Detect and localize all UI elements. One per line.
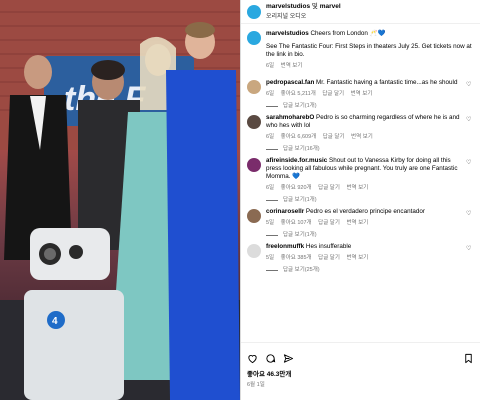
comment-item: pedropascal.fan Mr. Fantastic having a f… [247,79,474,110]
view-replies-link[interactable]: 답글 보기(16개) [266,145,463,153]
view-replies-link[interactable]: 답글 보기(1개) [266,102,463,110]
comment-item: freelonmuffk Hes insufferable 5일 좋아요 385… [247,243,474,274]
reply-link[interactable]: 답글 달기 [318,220,340,226]
comment-item: afireinside.for.music Shout out to Vanes… [247,157,474,204]
reply-link[interactable]: 답글 달기 [318,185,340,191]
view-replies-label: 답글 보기(1개) [283,103,317,109]
collab-joiner: 및 [311,3,318,10]
account-name-link[interactable]: marvelstudios [266,3,310,10]
comment-like-icon[interactable]: ♡ [466,81,474,110]
comment-age: 6일 [266,134,275,140]
caption-username[interactable]: marvelstudios [266,30,309,37]
press-event-photo: the F 4 [0,0,240,400]
comment-age: 5일 [266,220,275,226]
post-date: 6월 1일 [247,382,265,388]
share-icon[interactable] [283,351,294,363]
post-side-panel: marvelstudios 및 marvel 오리지널 오디오 marvelst… [240,0,480,400]
comment-like-icon[interactable]: ♡ [466,116,474,153]
caption: marvelstudios Cheers from London 🥂💙 See … [247,30,474,70]
comment-text: Pedro es el verdadero principe encantado… [305,208,425,215]
view-replies-link[interactable]: 답글 보기(1개) [266,196,463,204]
caption-first-line: Cheers from London 🥂💙 [310,30,386,37]
comment-icon[interactable] [265,351,276,363]
instagram-post: the F 4 marvelstudios 및 marvel 오리지널 오디오 … [0,0,480,400]
translate-link[interactable]: 번역 보기 [346,220,368,226]
account-avatar[interactable] [247,4,261,19]
comment-list[interactable]: marvelstudios Cheers from London 🥂💙 See … [241,24,480,342]
caption-body: See The Fantastic Four: First Steps in t… [266,43,472,58]
caption-translate-link[interactable]: 번역 보기 [281,63,303,69]
commenter-avatar[interactable] [247,115,261,129]
view-replies-label: 답글 보기(1개) [283,232,317,238]
translate-link[interactable]: 번역 보기 [346,185,368,191]
audio-label[interactable]: 오리지널 오디오 [266,11,341,20]
commenter-avatar[interactable] [247,209,261,223]
comment-like-icon[interactable]: ♡ [466,245,474,274]
comment-age: 5일 [266,255,275,261]
view-replies-link[interactable]: 답글 보기(25개) [266,266,463,274]
post-header: marvelstudios 및 marvel 오리지널 오디오 [241,0,480,24]
comment-item: sarahmoharebO Pedro is so charming regar… [247,114,474,153]
translate-link[interactable]: 번역 보기 [351,91,373,97]
likes-count[interactable]: 좋아요 46.3만개 [247,368,474,378]
comment-likes[interactable]: 좋아요 6,609개 [281,134,317,140]
commenter-username[interactable]: pedropascal.fan [266,79,314,86]
view-replies-label: 답글 보기(16개) [283,146,320,152]
bookmark-icon[interactable] [463,351,474,363]
comment-like-icon[interactable]: ♡ [466,210,474,239]
comment-text: Hes insufferable [305,243,352,250]
comment-like-icon[interactable]: ♡ [466,159,474,204]
commenter-username[interactable]: sarahmoharebO [266,114,314,121]
view-replies-label: 답글 보기(25개) [283,267,320,273]
comment-text: Mr. Fantastic having a fantastic time...… [316,79,458,86]
comment-likes[interactable]: 좋아요 5,211개 [281,91,316,97]
view-replies-label: 답글 보기(1개) [283,197,317,203]
comment-age: 6일 [266,185,275,191]
view-replies-link[interactable]: 답글 보기(1개) [266,231,463,239]
comment-item: corinarosellr Pedro es el verdadero prin… [247,208,474,239]
commenter-username[interactable]: corinarosellr [266,208,304,215]
heart-icon[interactable] [247,351,258,363]
svg-text:4: 4 [52,316,58,327]
commenter-avatar[interactable] [247,158,261,172]
comment-likes[interactable]: 좋아요 920개 [281,185,312,191]
comment-likes[interactable]: 좋아요 107개 [281,220,312,226]
reply-link[interactable]: 답글 달기 [318,255,340,261]
commenter-username[interactable]: afireinside.for.music [266,157,327,164]
action-bar: 좋아요 46.3만개 6월 1일 [241,342,480,400]
collab-account-link[interactable]: marvel [320,3,341,10]
commenter-username[interactable]: freelonmuffk [266,243,304,250]
comment-age: 6일 [266,91,275,97]
commenter-avatar[interactable] [247,80,261,94]
reply-link[interactable]: 답글 달기 [322,91,344,97]
caption-avatar[interactable] [247,31,261,45]
post-photo[interactable]: the F 4 [0,0,240,400]
caption-age: 6일 [266,63,275,69]
header-names: marvelstudios 및 marvel 오리지널 오디오 [266,3,341,20]
translate-link[interactable]: 번역 보기 [351,134,373,140]
reply-link[interactable]: 답글 달기 [323,134,345,140]
comment-likes[interactable]: 좋아요 385개 [281,255,312,261]
commenter-avatar[interactable] [247,244,261,258]
translate-link[interactable]: 번역 보기 [346,255,368,261]
